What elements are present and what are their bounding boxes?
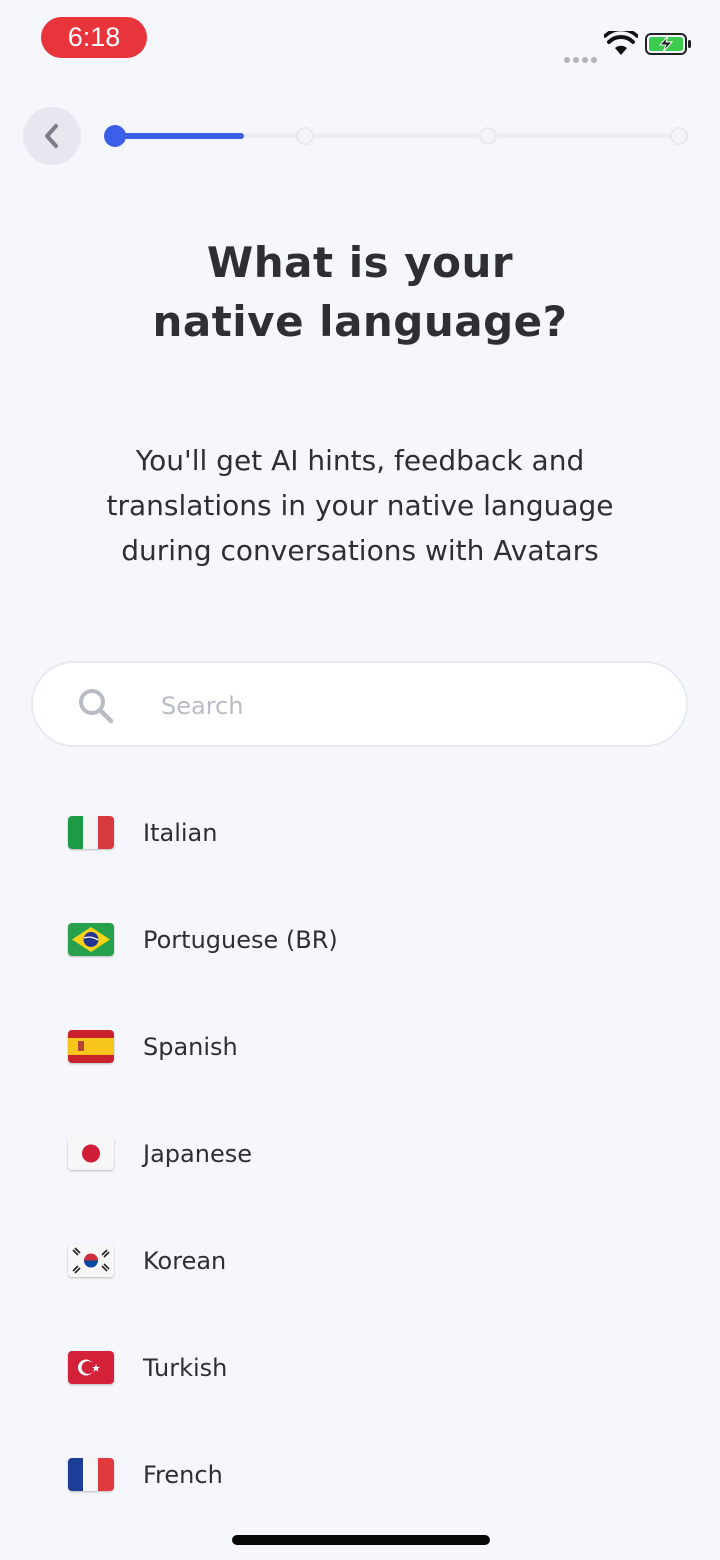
list-item-turkish[interactable]: Turkish	[0, 1315, 720, 1422]
progress-step-2	[296, 127, 314, 145]
language-label: Korean	[143, 1247, 227, 1275]
brazil-flag-icon	[68, 923, 114, 956]
italy-flag-icon	[68, 816, 114, 849]
status-time: 6:18	[41, 17, 147, 58]
language-label: French	[143, 1461, 223, 1489]
progress-step-3	[479, 127, 497, 145]
turkey-flag-icon	[68, 1351, 114, 1384]
list-item-portuguese-br[interactable]: Portuguese (BR)	[0, 887, 720, 994]
language-label: Italian	[143, 819, 218, 847]
search-box[interactable]	[31, 661, 688, 747]
progress-step-4	[670, 127, 688, 145]
japan-flag-icon	[68, 1137, 114, 1170]
page-title: What is your native language?	[152, 238, 568, 346]
language-label: Japanese	[143, 1140, 252, 1168]
progress-step-1	[104, 125, 126, 147]
list-item-french[interactable]: French	[0, 1422, 720, 1529]
language-label: Turkish	[143, 1354, 228, 1382]
battery-charging-icon	[645, 33, 691, 55]
progress-fill	[114, 133, 244, 139]
back-button[interactable]	[23, 107, 81, 165]
home-indicator[interactable]	[232, 1535, 490, 1545]
language-label: Portuguese (BR)	[143, 926, 338, 954]
spain-flag-icon	[68, 1030, 114, 1063]
list-item-italian[interactable]: Italian	[0, 780, 720, 887]
signal-icon	[564, 48, 600, 67]
korea-flag-icon	[68, 1244, 114, 1277]
list-item-japanese[interactable]: Japanese	[0, 1101, 720, 1208]
progress-indicator	[104, 125, 688, 147]
status-bar: 6:18	[0, 0, 720, 80]
search-input[interactable]	[159, 683, 643, 729]
language-label: Spanish	[143, 1033, 238, 1061]
chevron-left-icon	[45, 124, 58, 148]
list-item-spanish[interactable]: Spanish	[0, 994, 720, 1101]
wifi-icon	[604, 31, 638, 55]
list-item-korean[interactable]: Korean	[0, 1208, 720, 1315]
page-subtitle: You'll get AI hints, feedback and transl…	[106, 444, 614, 567]
search-icon	[79, 689, 114, 724]
france-flag-icon	[68, 1458, 114, 1491]
